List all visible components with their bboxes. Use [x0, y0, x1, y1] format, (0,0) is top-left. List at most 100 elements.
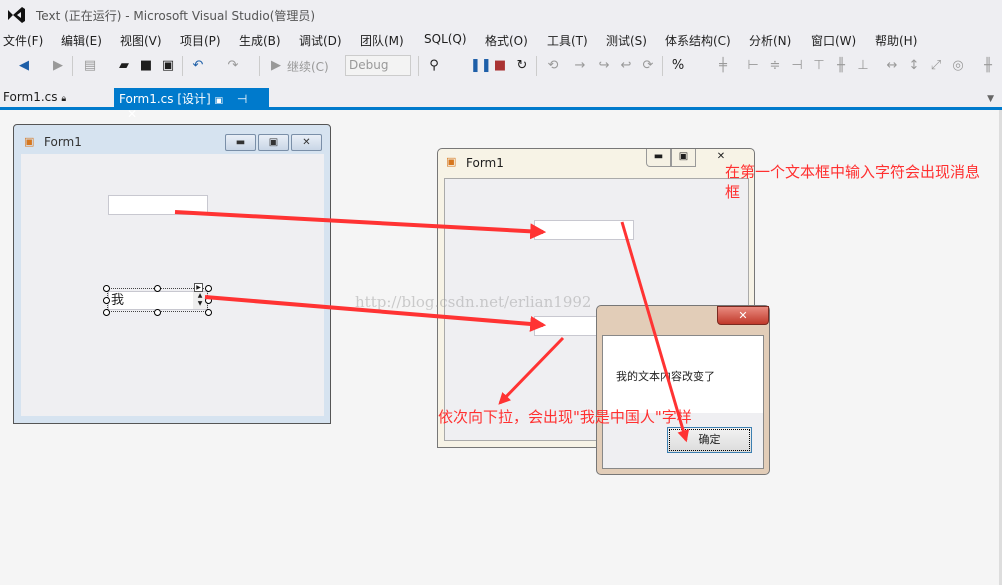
hex-icon[interactable]: %	[670, 58, 686, 74]
save-all-icon[interactable]: ▣	[160, 58, 176, 74]
menu-bar: 文件(F) 编辑(E) 视图(V) 项目(P) 生成(B) 调试(D) 团队(M…	[0, 30, 1002, 50]
open-file-icon[interactable]: ▰	[116, 58, 132, 74]
menu-file[interactable]: 文件(F)	[3, 32, 43, 49]
visual-studio-logo-icon	[8, 7, 25, 23]
align-right-icon[interactable]: ⊣	[789, 58, 805, 74]
message-box-body: 我的文本内容改变了 确定	[602, 335, 764, 469]
close-icon[interactable]: ✕	[127, 107, 137, 121]
pin-icon[interactable]: ⊣	[237, 92, 247, 106]
annotation-note-1-cont: 框	[725, 183, 741, 201]
close-button[interactable]: ✕	[717, 306, 769, 325]
menu-team[interactable]: 团队(M)	[360, 32, 404, 49]
close-button[interactable]: ✕	[291, 134, 322, 151]
menu-test[interactable]: 测试(S)	[606, 32, 647, 49]
step-into-icon[interactable]: →	[572, 58, 588, 74]
resize-handle[interactable]	[205, 297, 212, 304]
runtime-form-title: Form1	[466, 156, 504, 170]
resize-handle[interactable]	[154, 285, 161, 292]
back-icon[interactable]: ◀	[16, 58, 32, 74]
resize-handle[interactable]	[205, 309, 212, 316]
document-tab-bar: Form1.cs 🔒︎ Form1.cs [设计] ▣ ⊣ ✕ ▼	[0, 82, 1002, 121]
step-back-icon[interactable]: ⟳	[640, 58, 656, 74]
smart-tag-icon[interactable]: ▶	[194, 283, 203, 292]
same-width-icon[interactable]: ↔	[884, 58, 900, 74]
message-text: 我的文本内容改变了	[616, 370, 715, 383]
annotation-note-1: 在第一个文本框中输入字符会出现消息	[725, 163, 981, 181]
toolbar-separator	[182, 56, 183, 76]
configuration-select[interactable]: Debug	[345, 55, 411, 76]
menu-sql[interactable]: SQL(Q)	[424, 32, 467, 46]
menu-view[interactable]: 视图(V)	[120, 32, 162, 49]
message-area: 我的文本内容改变了	[603, 336, 763, 413]
menu-tools[interactable]: 工具(T)	[547, 32, 588, 49]
menu-analyze[interactable]: 分析(N)	[749, 32, 791, 49]
play-icon[interactable]: ▶	[268, 58, 284, 74]
designer-form-title: Form1	[44, 135, 82, 149]
toolbar-separator	[259, 56, 260, 76]
toolbar-separator	[418, 56, 419, 76]
toolbar-separator	[536, 56, 537, 76]
step-out-icon[interactable]: ↩	[618, 58, 634, 74]
align-middle-icon[interactable]: ╫	[833, 58, 849, 74]
ok-button[interactable]: 确定	[667, 427, 752, 453]
save-icon[interactable]: ■	[138, 58, 154, 74]
designer-form[interactable]: ▣ Form1 ▬ ▣ ✕ 我 ▲ ▼ ▶	[13, 124, 331, 424]
runtime-textbox[interactable]	[534, 220, 634, 240]
size-to-grid-icon[interactable]: ◎	[950, 58, 966, 74]
tab-form1-design[interactable]: Form1.cs [设计] ▣ ⊣ ✕	[114, 88, 269, 121]
stop-icon[interactable]: ■	[492, 58, 508, 74]
message-box: ✕ 我的文本内容改变了 确定	[596, 305, 770, 475]
menu-debug[interactable]: 调试(D)	[299, 32, 342, 49]
resize-handle[interactable]	[103, 297, 110, 304]
lock-icon: 🔒︎	[61, 94, 67, 104]
resize-handle[interactable]	[205, 285, 212, 292]
menu-help[interactable]: 帮助(H)	[875, 32, 917, 49]
menu-window[interactable]: 窗口(W)	[811, 32, 856, 49]
undo-icon[interactable]: ↶	[190, 58, 206, 74]
annotation-note-2: 依次向下拉，会出现"我是中国人"字样	[438, 408, 692, 426]
menu-project[interactable]: 项目(P)	[180, 32, 221, 49]
form-icon: ▣	[446, 155, 457, 168]
align-top-icon[interactable]: ⊤	[811, 58, 827, 74]
lock-icon: ▣	[214, 96, 224, 106]
toolbar-separator	[72, 56, 73, 76]
resize-handle[interactable]	[103, 309, 110, 316]
align-center-icon[interactable]: ≑	[767, 58, 783, 74]
designer-form-client: 我 ▲ ▼ ▶	[21, 154, 324, 416]
resize-handle[interactable]	[103, 285, 110, 292]
pause-icon[interactable]: ❚❚	[470, 58, 492, 74]
show-next-statement-icon[interactable]: ⟲	[545, 58, 561, 74]
menu-build[interactable]: 生成(B)	[239, 32, 281, 49]
align-grid-icon[interactable]: ╪	[715, 58, 731, 74]
tab-label: Form1.cs	[3, 90, 58, 104]
horizontal-spacing-icon[interactable]: ╫	[980, 58, 996, 74]
attach-icon[interactable]: ⚲	[426, 58, 442, 74]
designer-textbox[interactable]	[108, 195, 208, 215]
forward-icon[interactable]: ▶	[50, 58, 66, 74]
window-title: Text (正在运行) - Microsoft Visual Studio(管理…	[36, 9, 316, 23]
resize-handle[interactable]	[154, 309, 161, 316]
align-bottom-icon[interactable]: ⊥	[855, 58, 871, 74]
menu-architecture[interactable]: 体系结构(C)	[665, 32, 731, 49]
same-height-icon[interactable]: ↕	[906, 58, 922, 74]
maximize-button[interactable]: ▣	[258, 134, 289, 151]
toolbar-separator	[662, 56, 663, 76]
step-over-icon[interactable]: ↪	[596, 58, 612, 74]
same-size-icon[interactable]: ⤢	[928, 58, 944, 74]
maximize-button[interactable]: ▣	[671, 149, 696, 167]
minimize-button[interactable]: ▬	[646, 149, 671, 167]
menu-edit[interactable]: 编辑(E)	[61, 32, 102, 49]
chevron-down-icon[interactable]: ▼	[987, 94, 994, 104]
align-left-icon[interactable]: ⊢	[745, 58, 761, 74]
redo-icon[interactable]: ↷	[225, 58, 241, 74]
tab-form1-cs[interactable]: Form1.cs 🔒︎	[0, 89, 69, 107]
menu-format[interactable]: 格式(O)	[485, 32, 528, 49]
toolbar: ◀ ▶ ▤ ▰ ■ ▣ ↶ ↷ ▶ 继续(C) Debug ⚲ ❚❚ ■ ↻ ⟲…	[0, 50, 1002, 82]
title-bar: Text (正在运行) - Microsoft Visual Studio(管理…	[0, 0, 1002, 30]
form-icon: ▣	[24, 135, 35, 148]
continue-button[interactable]: 继续(C)	[287, 58, 329, 75]
new-project-icon[interactable]: ▤	[82, 58, 98, 74]
tab-label: Form1.cs [设计]	[119, 92, 211, 106]
restart-icon[interactable]: ↻	[514, 58, 530, 74]
minimize-button[interactable]: ▬	[225, 134, 256, 151]
